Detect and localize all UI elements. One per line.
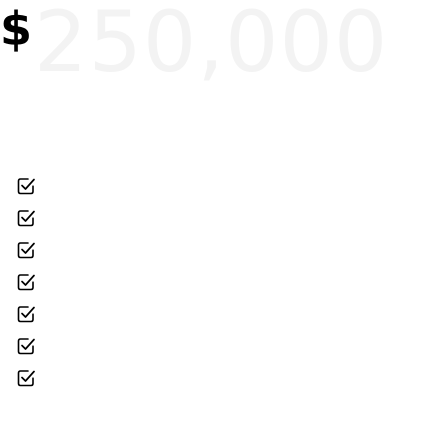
check-square-icon — [16, 304, 36, 324]
check-square-icon — [16, 336, 36, 356]
feature-item — [16, 234, 436, 266]
feature-item — [16, 298, 436, 330]
price-block: $ 250,000 — [0, 0, 440, 110]
check-square-icon — [16, 368, 36, 388]
check-square-icon — [16, 176, 36, 196]
feature-item — [16, 362, 436, 394]
feature-item — [16, 266, 436, 298]
feature-list — [16, 170, 436, 394]
check-square-icon — [16, 208, 36, 228]
price-amount: 250,000 — [34, 0, 389, 91]
check-square-icon — [16, 272, 36, 292]
currency-symbol: $ — [0, 2, 33, 56]
feature-item — [16, 170, 436, 202]
feature-item — [16, 330, 436, 362]
check-square-icon — [16, 240, 36, 260]
feature-item — [16, 202, 436, 234]
